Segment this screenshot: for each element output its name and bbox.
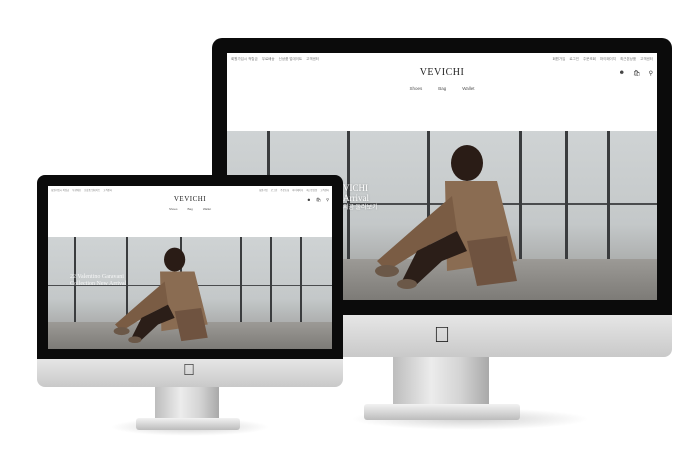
bag-icon[interactable]: 🛍 (316, 197, 321, 202)
top-right-link[interactable]: 주문조회 (280, 188, 289, 192)
nav-item-bag[interactable]: Bag (187, 207, 192, 211)
window-pole (300, 237, 302, 325)
window-pole (270, 237, 272, 325)
header-icons: ☻ 🛍 ⚲ (302, 197, 329, 202)
hero-model-image (113, 247, 208, 344)
apple-logo-icon:  (180, 362, 198, 380)
small-imac:  회원가입시 적립금 무료배송 신상품 업데이트 고객센터 회원가입 로그인 … (0, 0, 690, 470)
small-imac-foot (136, 418, 240, 430)
top-right-link[interactable]: 마이페이지 (292, 188, 303, 192)
search-icon[interactable]: ⚲ (326, 197, 329, 202)
nav-item-wallet[interactable]: Wallet (203, 207, 211, 211)
main-nav: Shoes Bag Wallet (48, 207, 332, 211)
top-left-link[interactable]: 고객센터 (103, 188, 112, 192)
top-right-link[interactable]: 고객센터 (320, 188, 329, 192)
top-right-link[interactable]: 회원가입 (259, 188, 268, 192)
small-screen: 회원가입시 적립금 무료배송 신상품 업데이트 고객센터 회원가입 로그인 주문… (48, 186, 332, 349)
window-pole (240, 237, 242, 325)
top-right-link[interactable]: 최근본상품 (306, 188, 317, 192)
top-left-link[interactable]: 신상품 업데이트 (84, 188, 100, 192)
user-icon[interactable]: ☻ (307, 197, 311, 202)
top-right-link[interactable]: 로그인 (271, 188, 278, 192)
nav-item-shoes[interactable]: Shoes (169, 207, 178, 211)
top-left-links: 회원가입시 적립금 무료배송 신상품 업데이트 고객센터 (51, 188, 112, 192)
hero-banner[interactable]: 22 Valentino Garavani Collection New Arr… (48, 237, 332, 349)
top-utility-bar: 회원가입시 적립금 무료배송 신상품 업데이트 고객센터 회원가입 로그인 주문… (48, 186, 332, 193)
top-right-links: 회원가입 로그인 주문조회 마이페이지 최근본상품 고객센터 (256, 188, 329, 192)
brand-logo[interactable]: VEVICHI (48, 195, 332, 203)
top-left-link[interactable]: 무료배송 (72, 188, 81, 192)
top-left-link[interactable]: 회원가입시 적립금 (51, 188, 69, 192)
